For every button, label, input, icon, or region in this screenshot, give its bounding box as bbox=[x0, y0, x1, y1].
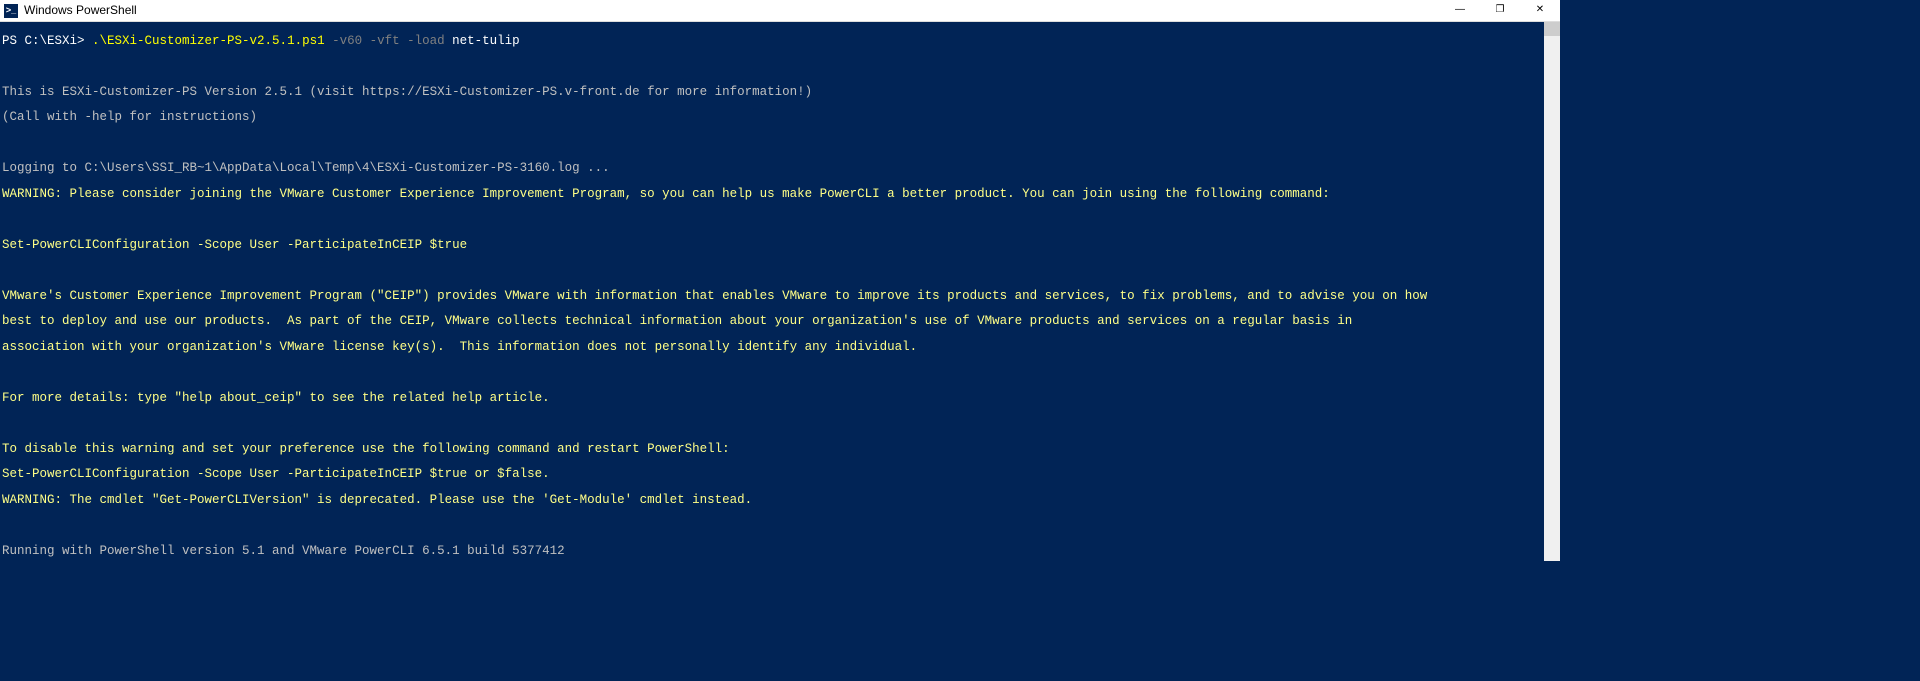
command-args-white: net-tulip bbox=[445, 34, 520, 48]
warning-line: To disable this warning and set your pre… bbox=[2, 442, 730, 456]
window-titlebar: >_ Windows PowerShell — ❐ ✕ bbox=[0, 0, 1560, 22]
vertical-scrollbar[interactable] bbox=[1544, 22, 1560, 561]
warning-line: best to deploy and use our products. As … bbox=[2, 314, 1352, 328]
prompt-path: C:\ESXi> bbox=[25, 34, 93, 48]
warning-line: WARNING: The cmdlet "Get-PowerCLIVersion… bbox=[2, 493, 752, 507]
intro-line: (Call with -help for instructions) bbox=[2, 111, 1558, 124]
intro-line: This is ESXi-Customizer-PS Version 2.5.1… bbox=[2, 86, 1558, 99]
warning-line: For more details: type "help about_ceip"… bbox=[2, 391, 550, 405]
close-button[interactable]: ✕ bbox=[1520, 0, 1560, 22]
window-controls: — ❐ ✕ bbox=[1440, 0, 1560, 22]
command-args-gray: -v60 -vft -load bbox=[325, 34, 445, 48]
scrollbar-thumb[interactable] bbox=[1544, 22, 1560, 36]
terminal-output[interactable]: PS C:\ESXi> .\ESXi-Customizer-PS-v2.5.1.… bbox=[0, 22, 1560, 561]
warning-line: association with your organization's VMw… bbox=[2, 340, 917, 354]
powershell-icon: >_ bbox=[4, 4, 18, 18]
terminal-container: PS C:\ESXi> .\ESXi-Customizer-PS-v2.5.1.… bbox=[0, 22, 1560, 561]
maximize-button[interactable]: ❐ bbox=[1480, 0, 1520, 22]
command-script: .\ESXi-Customizer-PS-v2.5.1.ps1 bbox=[92, 34, 325, 48]
minimize-button[interactable]: — bbox=[1440, 0, 1480, 22]
run-line: Running with PowerShell version 5.1 and … bbox=[2, 545, 1558, 558]
prompt-ps: PS bbox=[2, 34, 25, 48]
titlebar-left: >_ Windows PowerShell bbox=[4, 4, 137, 18]
warning-line: Set-PowerCLIConfiguration -Scope User -P… bbox=[2, 238, 467, 252]
log-line: Logging to C:\Users\SSI_RB~1\AppData\Loc… bbox=[2, 162, 1558, 175]
warning-line: Set-PowerCLIConfiguration -Scope User -P… bbox=[2, 467, 550, 481]
warning-line: VMware's Customer Experience Improvement… bbox=[2, 289, 1427, 303]
warning-line: WARNING: Please consider joining the VMw… bbox=[2, 187, 1330, 201]
window-title: Windows PowerShell bbox=[24, 4, 137, 16]
